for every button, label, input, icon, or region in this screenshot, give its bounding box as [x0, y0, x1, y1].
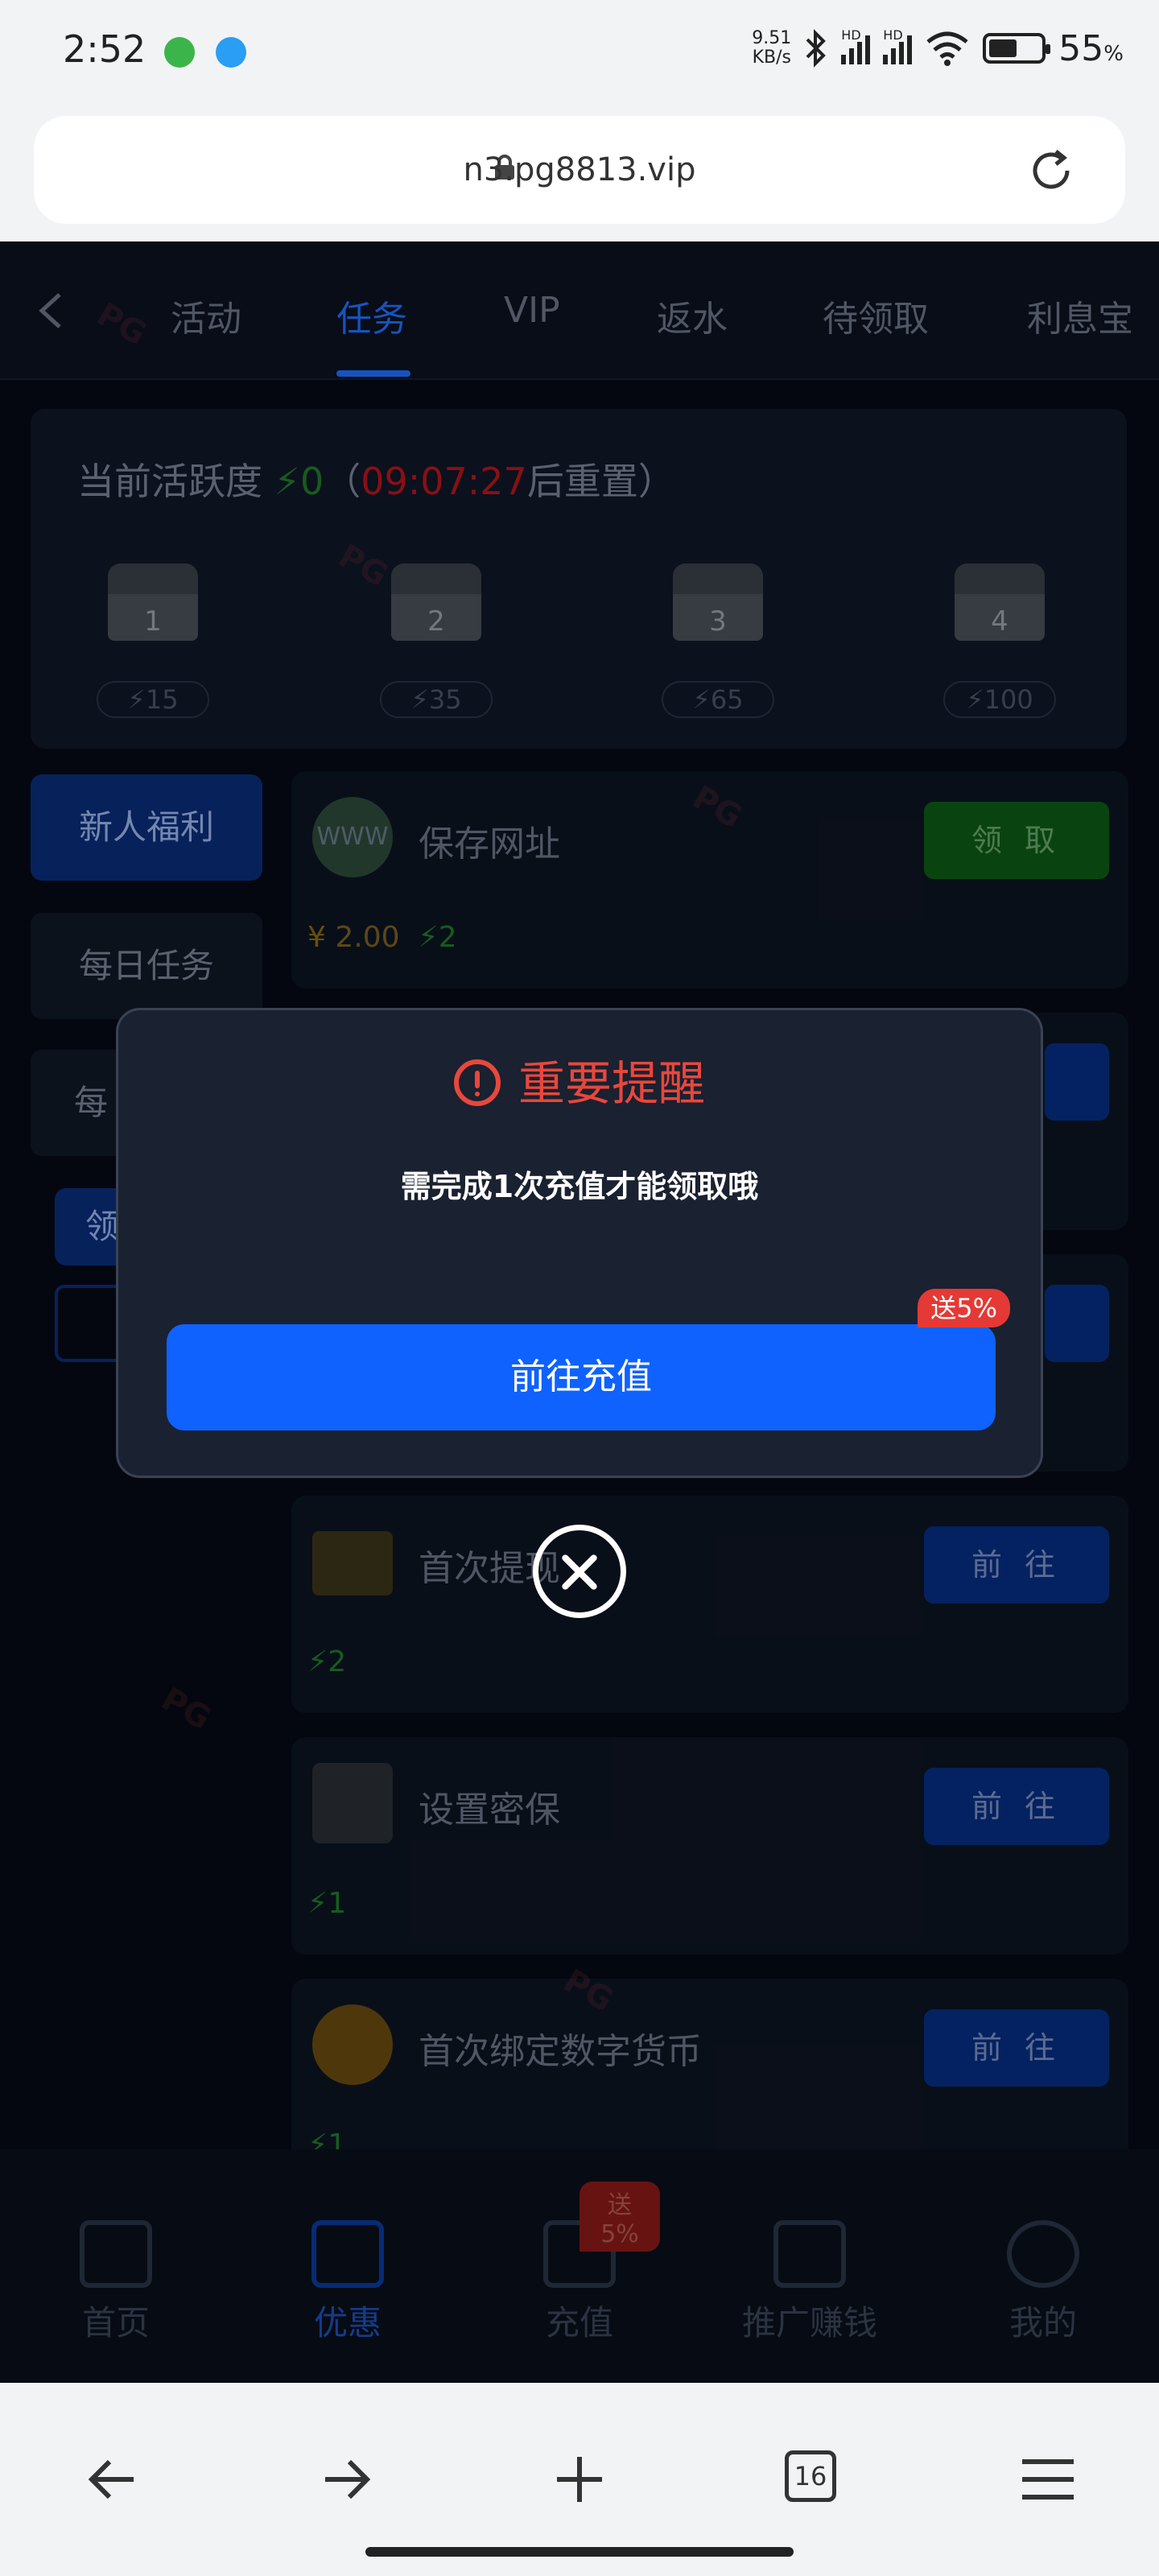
- url-text[interactable]: n3.pg8813.vip: [34, 151, 1125, 188]
- signal-icon-1: HD: [841, 27, 871, 64]
- clock: 2:52: [63, 27, 146, 71]
- wifi-icon: [926, 31, 968, 66]
- close-dialog-icon[interactable]: [533, 1525, 626, 1618]
- go-deposit-button[interactable]: 前往充值 送5%: [167, 1289, 1010, 1430]
- tabs-button[interactable]: 16: [785, 2450, 836, 2502]
- menu-icon[interactable]: [1016, 2447, 1080, 2512]
- reminder-dialog: 重要提醒 需完成1次充值才能领取哦 前往充值 送5%: [116, 1008, 1043, 1478]
- battery-percent: 55%: [1058, 27, 1124, 69]
- notification-app-icon: [164, 37, 195, 68]
- dialog-message: 需完成1次充值才能领取哦: [400, 1169, 759, 1204]
- status-bar: 2:52 9.51 KB/s HD HD 55%: [0, 0, 1159, 105]
- network-speed: 9.51 KB/s: [752, 28, 792, 68]
- forward-icon[interactable]: [314, 2447, 378, 2512]
- new-tab-icon[interactable]: [547, 2447, 612, 2512]
- back-icon[interactable]: [80, 2447, 145, 2512]
- reload-icon[interactable]: [1025, 145, 1077, 196]
- notification-browser-icon: [216, 37, 246, 68]
- address-bar[interactable]: n3.pg8813.vip: [34, 116, 1125, 224]
- dialog-title: 重要提醒: [118, 1046, 1041, 1113]
- bonus-badge: 送5%: [918, 1289, 1010, 1327]
- battery-icon: [983, 33, 1051, 64]
- warning-icon: [453, 1059, 501, 1106]
- signal-icon-2: HD: [883, 27, 913, 64]
- gesture-bar: [365, 2547, 794, 2557]
- bluetooth-icon: [806, 29, 827, 68]
